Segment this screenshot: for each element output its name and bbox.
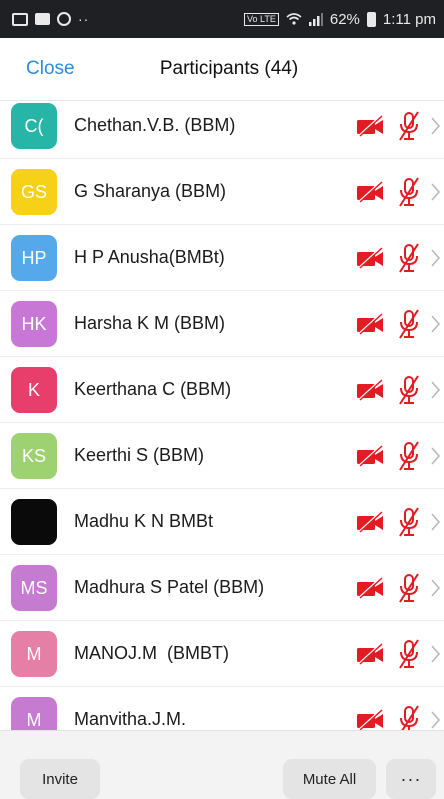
chevron-right-icon[interactable]	[430, 247, 442, 269]
wifi-icon	[286, 13, 302, 25]
video-off-icon[interactable]	[355, 709, 385, 730]
page-title-text: Participants (44)	[159, 58, 299, 79]
video-off-icon[interactable]	[355, 115, 385, 137]
video-off-icon[interactable]	[355, 577, 385, 599]
chevron-right-icon[interactable]	[430, 643, 442, 665]
chevron-right-icon[interactable]	[430, 181, 442, 203]
video-off-icon[interactable]	[355, 247, 385, 269]
bottom-bar: Invite Mute All ···	[0, 730, 444, 799]
video-off-icon[interactable]	[355, 181, 385, 203]
chevron-right-icon[interactable]	[430, 577, 442, 599]
avatar: MS	[11, 565, 57, 611]
mic-muted-icon[interactable]	[396, 638, 422, 670]
mic-muted-icon[interactable]	[396, 704, 422, 730]
signal-icon	[308, 12, 323, 26]
avatar: M	[11, 631, 57, 677]
mic-muted-icon[interactable]	[396, 572, 422, 604]
video-off-icon[interactable]	[355, 445, 385, 467]
avatar: C(	[11, 103, 57, 149]
mic-muted-icon[interactable]	[396, 374, 422, 406]
participant-name: Madhura S Patel (BBM)	[74, 577, 265, 597]
avatar: K	[11, 367, 57, 413]
more-button[interactable]: ···	[386, 759, 436, 799]
chevron-right-icon[interactable]	[430, 445, 442, 467]
mic-muted-icon[interactable]	[396, 242, 422, 274]
participant-row[interactable]: MS Madhura S Patel (BBM)	[0, 555, 444, 621]
participant-name: MANOJ.M (BMBT)	[74, 643, 229, 663]
participant-row[interactable]: K Keerthana C (BBM)	[0, 357, 444, 423]
participant-row[interactable]: C( Chethan.V.B. (BBM)	[0, 100, 444, 159]
mic-muted-icon[interactable]	[396, 308, 422, 340]
participant-row[interactable]: HP H P Anusha(BMBt)	[0, 225, 444, 291]
chevron-right-icon[interactable]	[430, 115, 442, 137]
status-time: 1:11 pm	[382, 10, 436, 28]
participant-row[interactable]: Madhu K N BMBt	[0, 489, 444, 555]
status-bar: ·· Vo LTE 62% 1:11 pm	[0, 0, 444, 38]
chevron-right-icon[interactable]	[430, 313, 442, 335]
mic-muted-icon[interactable]	[396, 176, 422, 208]
mic-muted-icon[interactable]	[396, 110, 422, 142]
participants-rows: C( Chethan.V.B. (BBM) GS G Sharanya (BBM) HP…	[0, 100, 444, 730]
participant-row[interactable]: M MANOJ.M (BMBT)	[0, 621, 444, 687]
image-icon	[12, 12, 28, 26]
participant-name: G Sharanya (BBM)	[74, 181, 227, 201]
status-bar-right: Vo LTE 62% 1:11 pm	[244, 11, 436, 28]
participant-name: H P Anusha(BMBt)	[74, 247, 225, 267]
participant-row[interactable]: M Manvitha.J.M.	[0, 687, 444, 730]
volte-icon: Vo LTE	[244, 12, 279, 26]
chevron-right-icon[interactable]	[430, 511, 442, 533]
mic-muted-icon[interactable]	[396, 440, 422, 472]
avatar	[11, 499, 57, 545]
avatar: HK	[11, 301, 57, 347]
page-title: Participants (44)	[0, 58, 444, 80]
video-off-icon[interactable]	[355, 511, 385, 533]
participant-name: Manvitha.J.M.	[74, 709, 187, 729]
participant-name: Keerthi S (BBM)	[74, 445, 205, 465]
chevron-right-icon[interactable]	[430, 379, 442, 401]
chevron-right-icon[interactable]	[430, 709, 442, 730]
participant-name: Chethan.V.B. (BBM)	[74, 115, 236, 135]
participant-row[interactable]: HK Harsha K M (BBM)	[0, 291, 444, 357]
message-icon	[35, 13, 50, 25]
battery-icon	[366, 11, 376, 27]
status-dots: ··	[78, 11, 90, 27]
video-off-icon[interactable]	[355, 313, 385, 335]
status-bar-left: ··	[12, 11, 89, 27]
avatar: KS	[11, 433, 57, 479]
mute-all-button[interactable]: Mute All	[283, 759, 376, 799]
header: Close Participants (44)	[0, 38, 444, 101]
participants-list[interactable]: C( Chethan.V.B. (BBM) GS G Sharanya (BBM) HP…	[0, 100, 444, 730]
participant-row[interactable]: GS G Sharanya (BBM)	[0, 159, 444, 225]
whatsapp-icon	[57, 12, 71, 26]
participant-name: Madhu K N BMBt	[74, 511, 214, 531]
participant-row[interactable]: KS Keerthi S (BBM)	[0, 423, 444, 489]
participant-name: Harsha K M (BBM)	[74, 313, 226, 333]
avatar: GS	[11, 169, 57, 215]
battery-percent: 62%	[329, 10, 360, 28]
participant-name: Keerthana C (BBM)	[74, 379, 232, 399]
invite-button[interactable]: Invite	[20, 759, 100, 799]
avatar: M	[11, 697, 57, 730]
video-off-icon[interactable]	[355, 643, 385, 665]
avatar: HP	[11, 235, 57, 281]
video-off-icon[interactable]	[355, 379, 385, 401]
mic-muted-icon[interactable]	[396, 506, 422, 538]
